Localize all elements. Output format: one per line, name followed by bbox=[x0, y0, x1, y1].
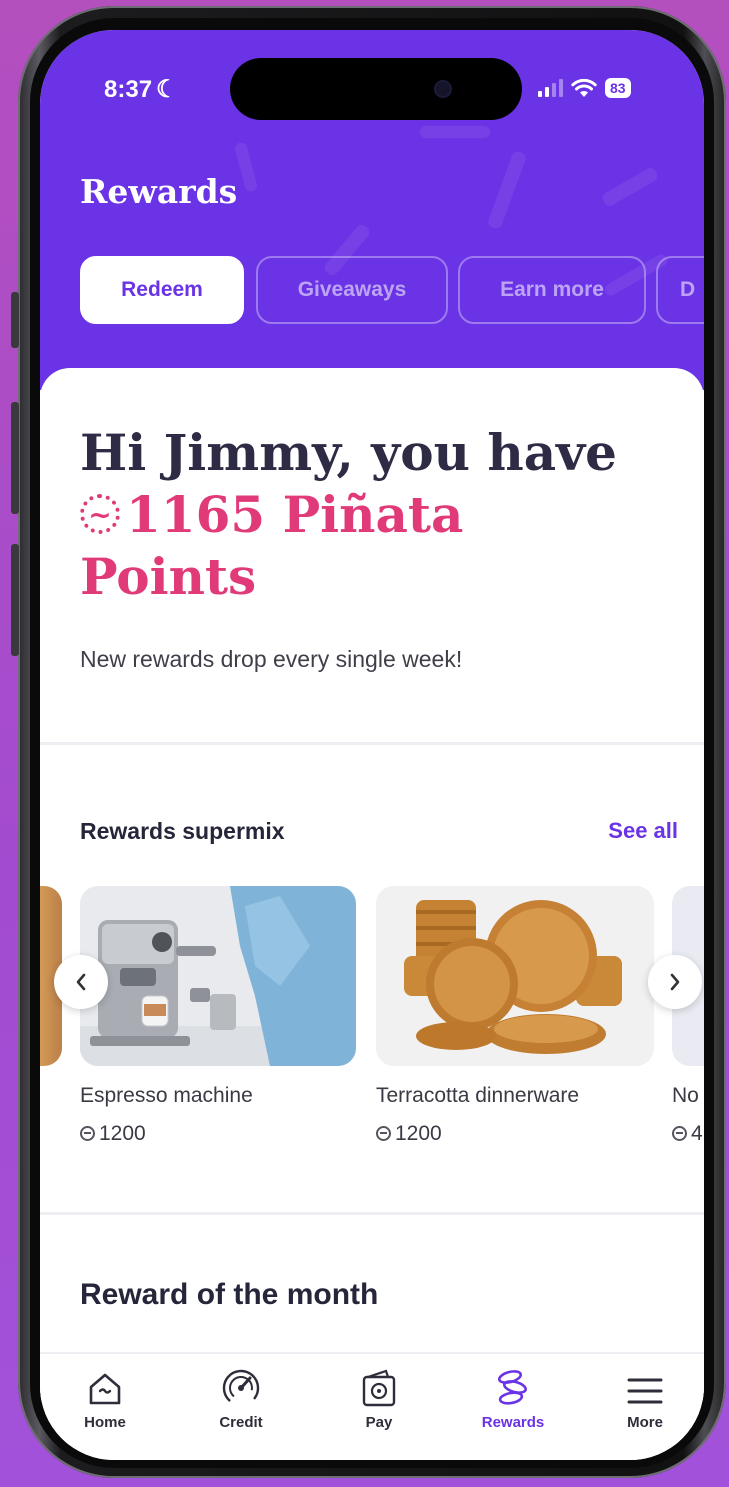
chevron-right-icon bbox=[670, 973, 680, 991]
tab-partial[interactable]: D bbox=[656, 256, 704, 324]
tab-earn-more[interactable]: Earn more bbox=[458, 256, 646, 324]
points-icon bbox=[376, 1126, 391, 1141]
see-all-link[interactable]: See all bbox=[608, 818, 678, 844]
points-balance: 1165 Piñata bbox=[80, 484, 690, 546]
tab-redeem[interactable]: Redeem bbox=[80, 256, 244, 324]
espresso-machine-image[interactable] bbox=[80, 886, 356, 1066]
header-doodle bbox=[420, 126, 490, 138]
carousel-prev-button[interactable] bbox=[54, 955, 108, 1009]
chevron-left-icon bbox=[76, 973, 86, 991]
section-divider bbox=[40, 1212, 704, 1215]
nav-label: Rewards bbox=[481, 1414, 545, 1431]
product-name[interactable]: Terracotta dinnerware bbox=[376, 1084, 579, 1108]
coins-icon bbox=[497, 1370, 528, 1405]
wifi-icon bbox=[571, 78, 597, 97]
points-greeting: Hi Jimmy, you have 1165 Piñata Points bbox=[80, 422, 690, 608]
nav-more[interactable]: More bbox=[600, 1362, 690, 1431]
wallet-icon bbox=[362, 1369, 396, 1407]
nav-credit[interactable]: Credit bbox=[196, 1362, 286, 1431]
points-value: 1165 Piñata bbox=[126, 485, 464, 544]
camera-icon bbox=[436, 82, 450, 96]
time-text: 8:37 bbox=[104, 75, 153, 103]
terracotta-dinnerware-illustration bbox=[376, 886, 654, 1066]
phone-screen: 8:37 ☾ 83 Rewards Redeem Giveaways Earn … bbox=[40, 30, 704, 1460]
bottom-nav: Home Credit Pay Rewards More bbox=[40, 1352, 704, 1460]
product-name[interactable]: Espresso machine bbox=[80, 1084, 253, 1108]
rewards-tabs: Redeem Giveaways Earn more D bbox=[80, 256, 704, 326]
gauge-icon bbox=[222, 1369, 260, 1407]
volume-down-button bbox=[11, 544, 19, 656]
page-title: Rewards bbox=[80, 172, 238, 211]
hamburger-menu-icon bbox=[627, 1378, 663, 1404]
rewards-subtitle: New rewards drop every single week! bbox=[80, 646, 463, 672]
nav-label: Home bbox=[84, 1414, 126, 1431]
terracotta-dinnerware-image[interactable] bbox=[376, 886, 654, 1066]
nav-label: More bbox=[627, 1414, 663, 1431]
battery-icon: 83 bbox=[605, 78, 631, 98]
product-name[interactable]: No bbox=[672, 1084, 699, 1108]
nav-pay[interactable]: Pay bbox=[334, 1362, 424, 1431]
status-indicators: 83 bbox=[538, 78, 631, 98]
section-divider bbox=[40, 742, 704, 745]
home-icon bbox=[89, 1373, 121, 1405]
mute-switch bbox=[11, 292, 19, 348]
price-value: 1200 bbox=[395, 1122, 442, 1145]
nav-label: Credit bbox=[219, 1414, 263, 1431]
header-doodle bbox=[486, 150, 528, 230]
header-doodle bbox=[233, 141, 259, 193]
header-doodle bbox=[600, 165, 660, 209]
carousel-next-button[interactable] bbox=[648, 955, 702, 1009]
status-time: 8:37 ☾ bbox=[104, 75, 178, 104]
nav-label: Pay bbox=[365, 1414, 393, 1431]
reward-of-month-title: Reward of the month bbox=[80, 1278, 379, 1311]
product-price: 1200 bbox=[376, 1122, 442, 1146]
points-icon bbox=[672, 1126, 687, 1141]
tab-giveaways[interactable]: Giveaways bbox=[256, 256, 448, 324]
nav-rewards[interactable]: Rewards bbox=[468, 1362, 558, 1431]
signal-icon bbox=[538, 79, 563, 97]
rewards-header: 8:37 ☾ 83 Rewards Redeem Giveaways Earn … bbox=[40, 30, 704, 390]
pinata-coin-icon bbox=[80, 484, 120, 546]
dynamic-island bbox=[230, 58, 522, 120]
price-value: 1200 bbox=[99, 1122, 146, 1145]
moon-icon: ☾ bbox=[156, 76, 178, 103]
price-value: 4 bbox=[691, 1122, 703, 1145]
greeting-line: Hi Jimmy, you have bbox=[80, 423, 617, 482]
points-word: Points bbox=[80, 547, 257, 606]
product-price: 1200 bbox=[80, 1122, 146, 1146]
nav-home[interactable]: Home bbox=[60, 1362, 150, 1431]
supermix-title: Rewards supermix bbox=[80, 818, 285, 844]
volume-up-button bbox=[11, 402, 19, 514]
product-price: 4 bbox=[672, 1122, 703, 1146]
espresso-machine-illustration bbox=[80, 886, 356, 1066]
points-icon bbox=[80, 1126, 95, 1141]
